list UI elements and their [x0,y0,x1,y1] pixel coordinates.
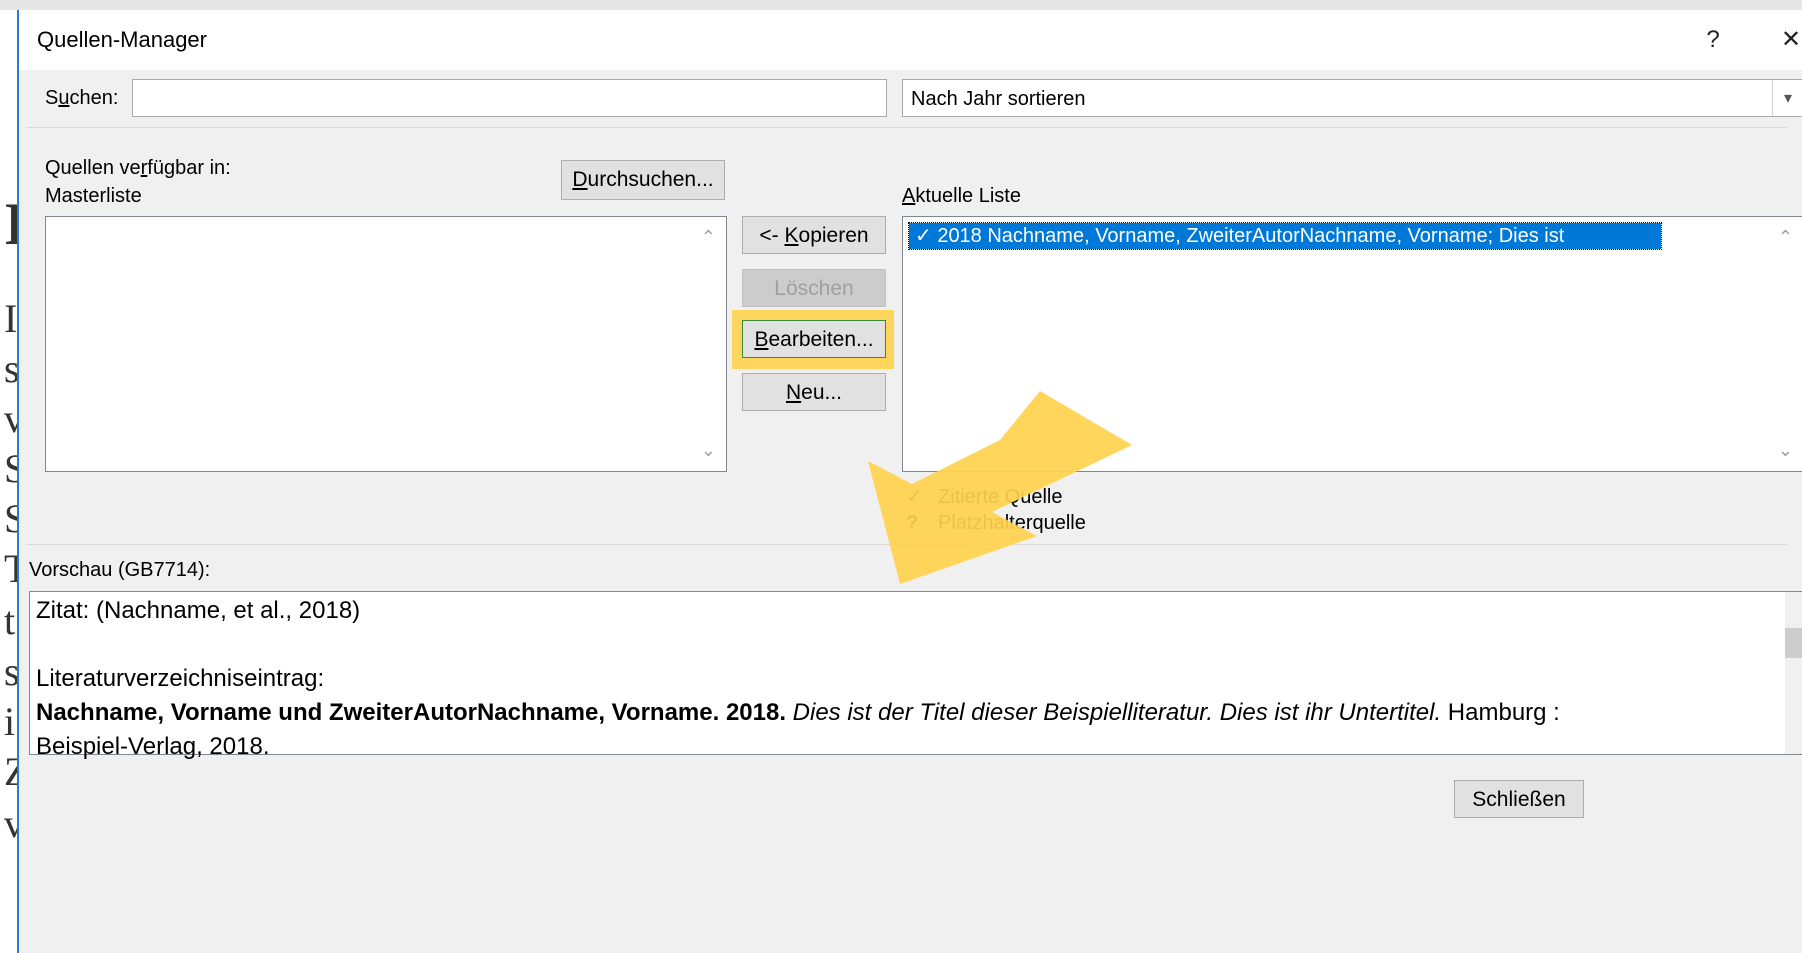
annotation-arrow [868,391,1132,584]
arrow-shape [868,391,1132,584]
